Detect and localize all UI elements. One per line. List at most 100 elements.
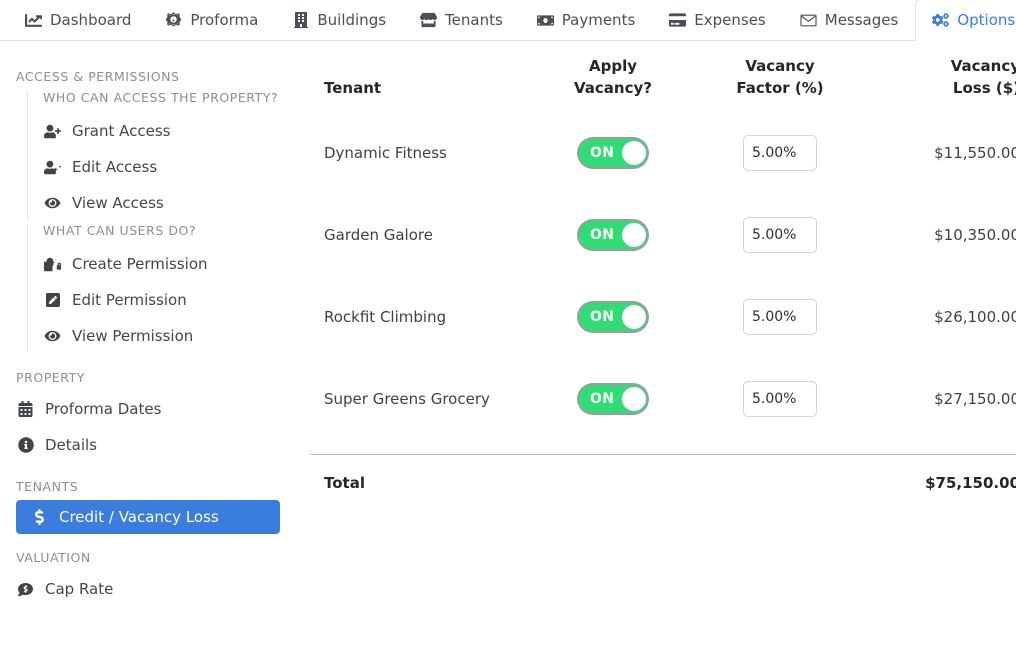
sidebar-group-title-property: PROPERTY bbox=[16, 370, 85, 385]
info-circle-icon bbox=[16, 437, 35, 453]
sidebar-item-label: Grant Access bbox=[72, 122, 171, 140]
atom-icon bbox=[165, 12, 182, 29]
vacancy-factor-input[interactable] bbox=[743, 134, 817, 171]
table-row: Dynamic Fitness ON $11,550.00 bbox=[310, 112, 1016, 194]
gears-icon bbox=[932, 12, 950, 29]
nav-tab-label: Payments bbox=[561, 10, 636, 29]
vacancy-factor-input[interactable] bbox=[743, 298, 817, 335]
user-lock-icon bbox=[43, 257, 62, 272]
vacancy-factor-cell bbox=[698, 358, 862, 440]
eye-icon bbox=[43, 196, 62, 210]
nav-tab-label: Buildings bbox=[317, 10, 387, 29]
total-label: Total bbox=[324, 473, 365, 492]
user-edit-icon bbox=[43, 160, 62, 175]
column-header-vacancy-loss: Vacancy Loss ($) bbox=[862, 55, 1016, 112]
vacancy-loss-value: $11,550.00 bbox=[934, 143, 1016, 162]
sidebar-item-cap-rate[interactable]: Cap Rate bbox=[0, 571, 296, 607]
table-row: Garden Galore ON $10,350.00 bbox=[310, 194, 1016, 276]
column-header-line1: Vacancy bbox=[745, 57, 815, 75]
tenant-name: Dynamic Fitness bbox=[324, 143, 447, 162]
toggle-knob bbox=[622, 140, 646, 165]
nav-tab-payments[interactable]: Payments bbox=[520, 0, 652, 40]
sidebar-item-label: Create Permission bbox=[72, 255, 208, 273]
sidebar-item-edit-access[interactable]: Edit Access bbox=[27, 149, 296, 185]
total-value: $75,150.00 bbox=[925, 473, 1016, 492]
settings-sidebar: ACCESS & PERMISSIONS WHO CAN ACCESS THE … bbox=[0, 41, 296, 607]
sidebar-item-details[interactable]: Details bbox=[0, 427, 296, 463]
chart-line-icon bbox=[25, 12, 42, 29]
vacancy-factor-input[interactable] bbox=[743, 380, 817, 417]
column-header-line2: Factor (%) bbox=[736, 78, 824, 97]
column-header-tenant: Tenant bbox=[324, 78, 382, 97]
sidebar-item-label: Edit Permission bbox=[72, 291, 187, 309]
tenant-name: Garden Galore bbox=[324, 225, 433, 244]
sidebar-item-create-permission[interactable]: Create Permission bbox=[27, 246, 296, 282]
vacancy-loss-panel: Tenant Apply Vacancy? Vacancy Factor (%)… bbox=[296, 41, 1016, 511]
page-body: ACCESS & PERMISSIONS WHO CAN ACCESS THE … bbox=[0, 41, 1016, 668]
sidebar-subgroup-title: WHAT CAN USERS DO? bbox=[43, 223, 197, 238]
apply-vacancy-cell: ON bbox=[528, 276, 698, 358]
table-row: Super Greens Grocery ON $27,150.00 bbox=[310, 358, 1016, 440]
sidebar-item-label: Edit Access bbox=[72, 158, 158, 176]
nav-tab-tenants[interactable]: Tenants bbox=[403, 0, 520, 40]
comment-dollar-icon bbox=[16, 582, 35, 597]
nav-tab-dashboard[interactable]: Dashboard bbox=[8, 0, 148, 40]
tenant-name: Rockfit Climbing bbox=[324, 307, 447, 326]
dollar-sign-icon bbox=[30, 509, 49, 525]
credit-card-icon bbox=[669, 12, 687, 29]
column-header-line2: Vacancy? bbox=[574, 78, 652, 97]
apply-vacancy-cell: ON bbox=[528, 194, 698, 276]
vacancy-loss-value: $27,150.00 bbox=[934, 389, 1016, 408]
apply-vacancy-toggle[interactable]: ON bbox=[577, 382, 649, 415]
total-row: Total $75,150.00 bbox=[310, 455, 1016, 511]
money-bill-icon bbox=[536, 12, 554, 29]
nav-tab-messages[interactable]: Messages bbox=[783, 0, 916, 40]
toggle-state-label: ON bbox=[590, 144, 615, 161]
nav-tab-buildings[interactable]: Buildings bbox=[275, 0, 403, 40]
nav-tab-label: Tenants bbox=[445, 10, 503, 29]
sidebar-item-view-access[interactable]: View Access bbox=[27, 185, 296, 221]
toggle-knob bbox=[622, 304, 646, 329]
nav-tab-label: Expenses bbox=[694, 10, 766, 29]
vacancy-factor-cell bbox=[698, 276, 862, 358]
toggle-state-label: ON bbox=[590, 226, 615, 243]
sidebar-item-grant-access[interactable]: Grant Access bbox=[27, 113, 296, 149]
sidebar-item-label: Credit / Vacancy Loss bbox=[59, 508, 219, 526]
nav-tab-proforma[interactable]: Proforma bbox=[148, 0, 275, 40]
apply-vacancy-toggle[interactable]: ON bbox=[577, 218, 649, 251]
sidebar-item-label: View Access bbox=[72, 194, 164, 212]
column-header-line2: Loss ($) bbox=[952, 78, 1016, 97]
nav-tab-label: Proforma bbox=[190, 10, 259, 29]
apply-vacancy-toggle[interactable]: ON bbox=[577, 300, 649, 333]
sidebar-subgroup-who-can-access: WHO CAN ACCESS THE PROPERTY? Grant Acces… bbox=[0, 90, 296, 221]
nav-tab-label: Messages bbox=[824, 10, 899, 29]
nav-tab-label: Dashboard bbox=[50, 10, 132, 29]
sidebar-subgroup-what-can-users-do: WHAT CAN USERS DO? Create Permission Edi… bbox=[0, 223, 296, 354]
vacancy-factor-input[interactable] bbox=[743, 216, 817, 253]
nav-tab-expenses[interactable]: Expenses bbox=[652, 0, 782, 40]
sidebar-item-view-permission[interactable]: View Permission bbox=[27, 318, 296, 354]
column-header-vacancy-factor: Vacancy Factor (%) bbox=[698, 55, 862, 112]
toggle-state-label: ON bbox=[590, 390, 615, 407]
vacancy-factor-cell bbox=[698, 194, 862, 276]
vacancy-loss-value: $10,350.00 bbox=[934, 225, 1016, 244]
pen-square-icon bbox=[43, 292, 62, 308]
column-header-line1: Apply bbox=[588, 57, 637, 75]
sidebar-item-proforma-dates[interactable]: Proforma Dates bbox=[0, 391, 296, 427]
column-header-line1: Vacancy bbox=[950, 57, 1016, 75]
vacancy-table-head: Tenant Apply Vacancy? Vacancy Factor (%)… bbox=[310, 55, 1016, 112]
sidebar-item-credit-vacancy-loss[interactable]: Credit / Vacancy Loss bbox=[16, 500, 280, 534]
apply-vacancy-cell: ON bbox=[528, 112, 698, 194]
calendar-icon bbox=[16, 401, 35, 417]
sidebar-item-label: Proforma Dates bbox=[45, 400, 162, 418]
sidebar-item-edit-permission[interactable]: Edit Permission bbox=[27, 282, 296, 318]
eye-icon bbox=[43, 329, 62, 343]
table-row: Rockfit Climbing ON $26,100.00 bbox=[310, 276, 1016, 358]
sidebar-group-title-tenants: TENANTS bbox=[16, 479, 79, 494]
nav-tab-label: Options bbox=[957, 10, 1016, 29]
apply-vacancy-toggle[interactable]: ON bbox=[577, 136, 649, 169]
toggle-state-label: ON bbox=[590, 308, 615, 325]
main-navbar: Dashboard Proforma Buildings Tenants Pay… bbox=[0, 0, 1016, 41]
tenant-name: Super Greens Grocery bbox=[324, 389, 490, 408]
nav-tab-options[interactable]: Options bbox=[915, 0, 1016, 41]
